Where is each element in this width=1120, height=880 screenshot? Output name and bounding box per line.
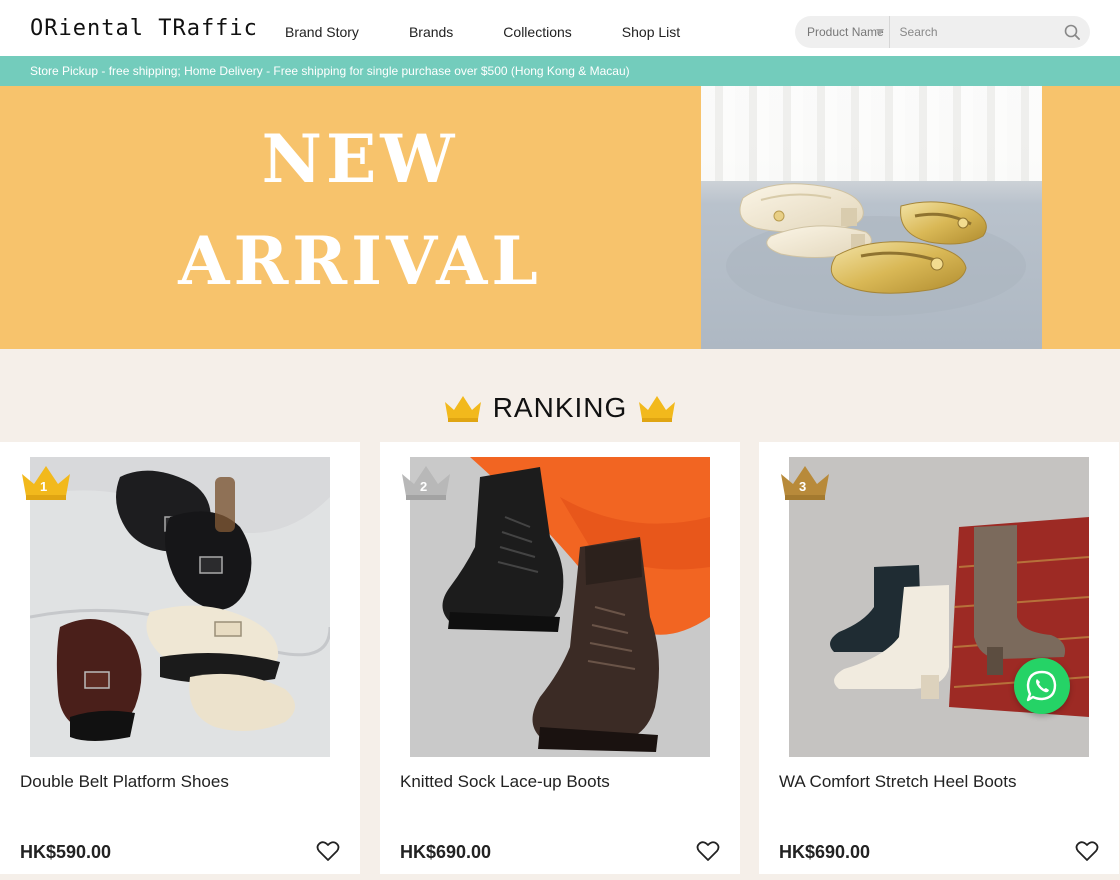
rank-number: 3: [799, 479, 807, 494]
whatsapp-chat-button[interactable]: [1014, 658, 1070, 714]
search-type-label: Product Name: [807, 25, 884, 39]
chevron-down-icon: [875, 29, 884, 35]
platform-shoes-photo: [30, 457, 330, 757]
product-price: HK$690.00: [779, 842, 871, 862]
banner-shoes-image: [701, 86, 1042, 349]
search-button[interactable]: [1055, 16, 1090, 48]
nav-item-brand-story[interactable]: Brand Story: [285, 24, 359, 40]
banner-headline: NEW ARRIVAL: [170, 126, 550, 294]
search-input[interactable]: [889, 16, 1055, 48]
product-image[interactable]: [410, 457, 710, 757]
site-header: ORiental TRaffic Brand Story Brands Coll…: [0, 0, 1120, 56]
main-nav: Brand Story Brands Collections Shop List: [285, 24, 730, 40]
whatsapp-icon: [1026, 670, 1057, 702]
announcement-bar: Store Pickup - free shipping; Home Deliv…: [0, 56, 1120, 86]
nav-item-shop-list[interactable]: Shop List: [622, 24, 680, 40]
site-logo[interactable]: ORiental TRaffic: [30, 16, 258, 41]
crown-icon: [639, 396, 676, 422]
search-icon: [1064, 24, 1081, 40]
ranking-heading: RANKING: [0, 392, 1120, 424]
product-price: HK$690.00: [400, 842, 492, 862]
heart-icon[interactable]: [316, 840, 340, 862]
rank-number: 1: [40, 479, 48, 494]
ranking-title: RANKING: [492, 392, 628, 423]
heart-icon[interactable]: [696, 840, 720, 862]
lace-up-boots-photo: [410, 457, 710, 757]
rank-number: 2: [420, 479, 428, 494]
product-image[interactable]: [30, 457, 330, 757]
product-name[interactable]: Double Belt Platform Shoes: [20, 772, 229, 792]
heart-icon[interactable]: [1075, 840, 1099, 862]
search-type-select[interactable]: Product Name: [795, 16, 890, 48]
banner-line-arrival: ARRIVAL: [178, 222, 542, 300]
nav-item-brands[interactable]: Brands: [409, 24, 453, 40]
product-name[interactable]: Knitted Sock Lace-up Boots: [400, 772, 610, 792]
flats-illustration: [726, 183, 1026, 316]
product-card[interactable]: 3 WA Comfort Stretch Heel Boots HK$690.0…: [759, 442, 1119, 874]
banner-line-new: NEW: [261, 120, 459, 198]
product-price: HK$590.00: [20, 842, 112, 862]
nav-item-collections[interactable]: Collections: [503, 24, 571, 40]
product-card[interactable]: 1 Double Belt Platform Shoes HK$590.00: [0, 442, 360, 874]
product-name[interactable]: WA Comfort Stretch Heel Boots: [779, 772, 1016, 792]
new-arrival-banner[interactable]: NEW ARRIVAL: [0, 86, 1120, 349]
search-bar: Product Name: [795, 16, 1090, 48]
product-card[interactable]: 2 Knitted Sock Lace-up Boots HK$690.00: [380, 442, 740, 874]
crown-icon: [444, 396, 481, 422]
